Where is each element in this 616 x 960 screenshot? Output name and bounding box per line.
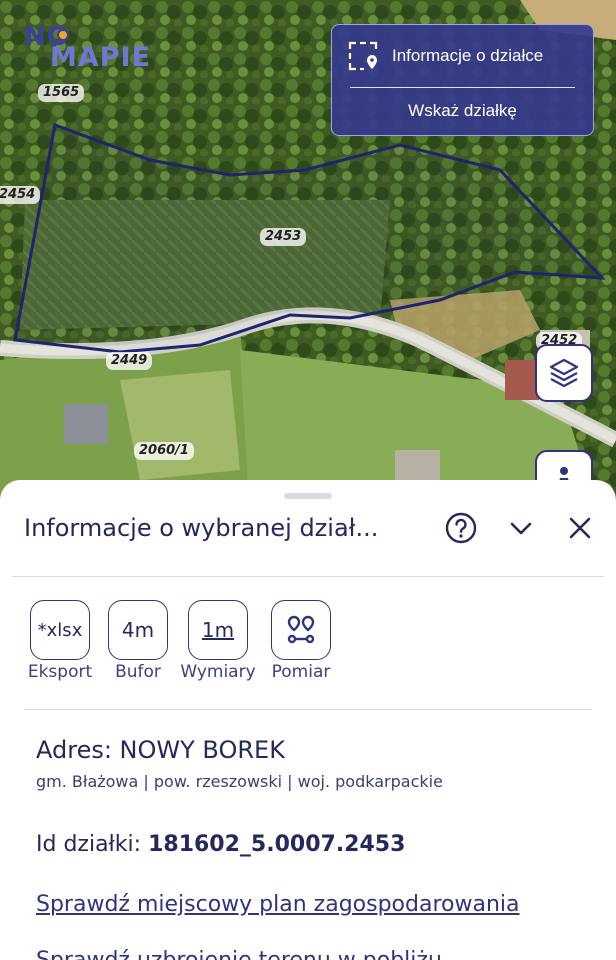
measure-pins-icon: [271, 600, 331, 660]
divider: [24, 709, 592, 710]
parcel-id-label: Id działki:: [36, 832, 142, 857]
parcel-select-icon: [348, 41, 378, 71]
utilities-link[interactable]: Sprawdź uzbrojenie terenu w pobliżu: [36, 948, 442, 960]
parcel-label: 1565: [38, 84, 85, 102]
help-circle-icon: [445, 512, 477, 544]
parcel-info-button[interactable]: Informacje o działce: [348, 41, 543, 71]
zoning-plan-link[interactable]: Sprawdź miejscowy plan zagospodarowania: [36, 892, 519, 917]
parcel-id-value: 181602_5.0007.2453: [148, 832, 406, 857]
layers-icon: [549, 358, 579, 388]
point-parcel-button[interactable]: Wskaż działkę: [332, 101, 593, 121]
parcel-label: 2060/1: [134, 442, 194, 460]
divider: [350, 87, 575, 88]
parcel-details-sheet: Informacje o wybranej dział... *xlsx Eks…: [0, 480, 616, 960]
app-logo: NO MAPIE: [24, 22, 152, 73]
parcel-id: Id działki: 181602_5.0007.2453: [36, 832, 405, 857]
export-icon: *xlsx: [30, 600, 90, 660]
collapse-button[interactable]: [503, 510, 539, 546]
address-subtitle: gm. Błażowa | pow. rzeszowski | woj. pod…: [36, 772, 443, 791]
map-view[interactable]: NO MAPIE 1565 2454 2453 2449 2060/1 2452…: [0, 0, 616, 520]
layers-button[interactable]: [535, 344, 593, 402]
sheet-title: Informacje o wybranej dział...: [24, 514, 379, 542]
close-button[interactable]: [562, 510, 598, 546]
tool-caption: Bufor: [115, 662, 161, 682]
parcel-info-panel: Informacje o działce Wskaż działkę: [331, 24, 594, 136]
address-label: Adres: NOWY BOREK: [36, 736, 285, 764]
measure-tool[interactable]: Pomiar: [268, 600, 334, 682]
help-button[interactable]: [443, 510, 479, 546]
tool-caption: Wymiary: [180, 662, 256, 682]
drag-handle[interactable]: [284, 493, 332, 499]
export-tool[interactable]: *xlsx Eksport: [24, 600, 96, 682]
dimensions-tool[interactable]: 1m Wymiary: [178, 600, 258, 682]
divider: [12, 576, 604, 577]
close-icon: [569, 517, 591, 539]
chevron-down-icon: [510, 522, 532, 535]
buffer-icon: 4m: [108, 600, 168, 660]
parcel-label: 2449: [106, 352, 153, 370]
parcel-label: 2453: [260, 228, 307, 246]
buffer-tool[interactable]: 4m Bufor: [108, 600, 168, 682]
dimensions-icon: 1m: [188, 600, 248, 660]
parcel-info-label: Informacje o działce: [392, 46, 544, 65]
parcel-label: 2454: [0, 186, 41, 204]
tool-caption: Eksport: [27, 662, 93, 682]
tool-caption: Pomiar: [271, 662, 331, 682]
